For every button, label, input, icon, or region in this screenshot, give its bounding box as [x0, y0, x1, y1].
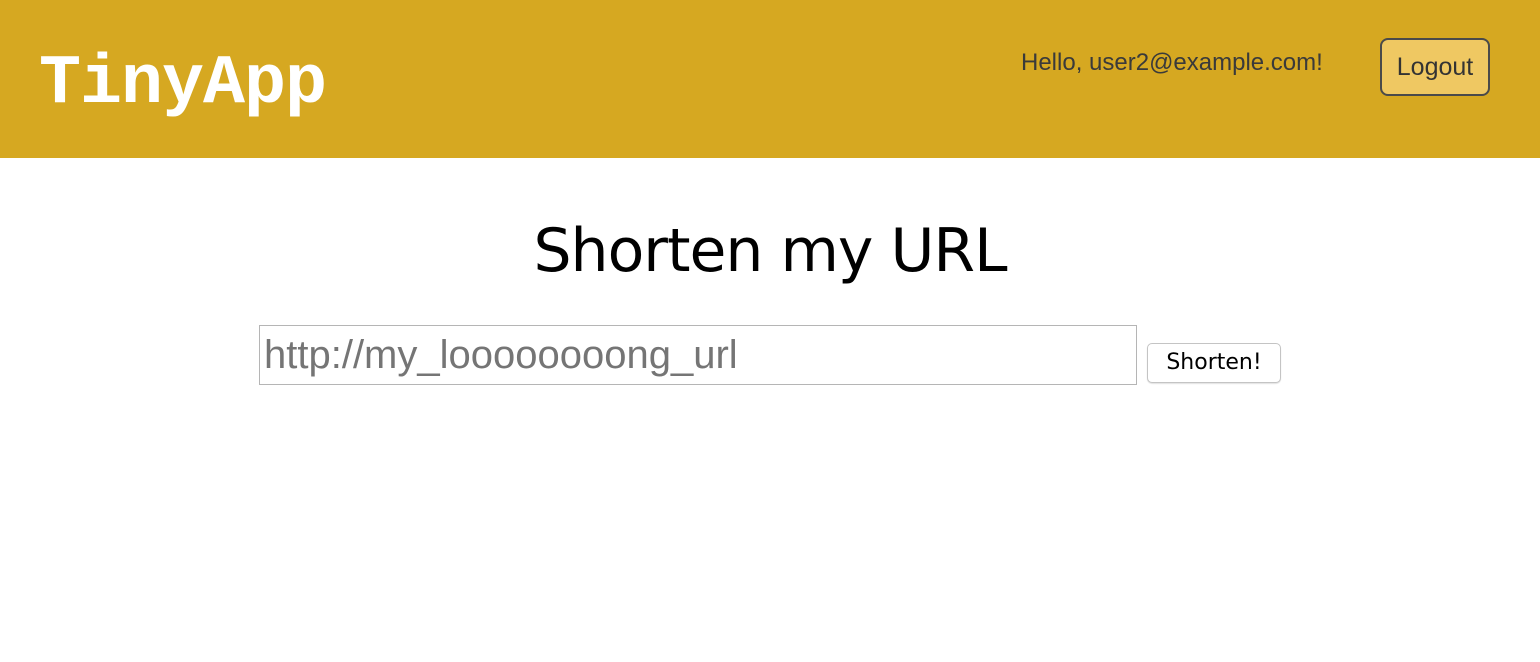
app-logo[interactable]: TinyApp: [39, 40, 327, 130]
top-navbar: TinyApp Hello, user2@example.com! Logout: [0, 0, 1540, 158]
page-title: Shorten my URL: [533, 216, 1007, 286]
shorten-button[interactable]: Shorten!: [1147, 343, 1281, 383]
long-url-input[interactable]: [259, 325, 1137, 385]
user-greeting: Hello, user2@example.com!: [1021, 49, 1323, 76]
logout-button[interactable]: Logout: [1380, 38, 1490, 96]
